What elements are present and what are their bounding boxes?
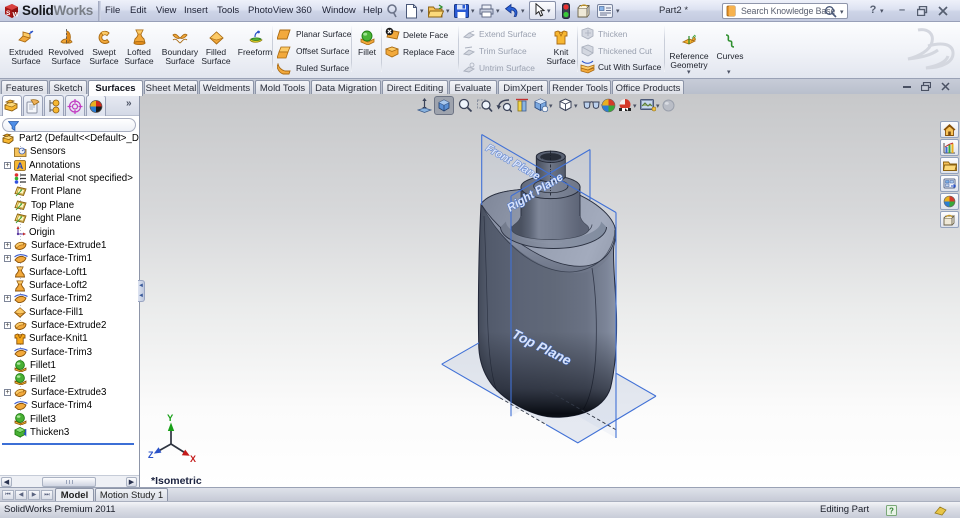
svg-text:?: ? <box>889 507 894 516</box>
svg-text:Z: Z <box>148 450 154 460</box>
svg-text:A: A <box>17 160 24 170</box>
svg-text:Y: Y <box>167 413 174 424</box>
svg-text:X: X <box>190 454 196 464</box>
